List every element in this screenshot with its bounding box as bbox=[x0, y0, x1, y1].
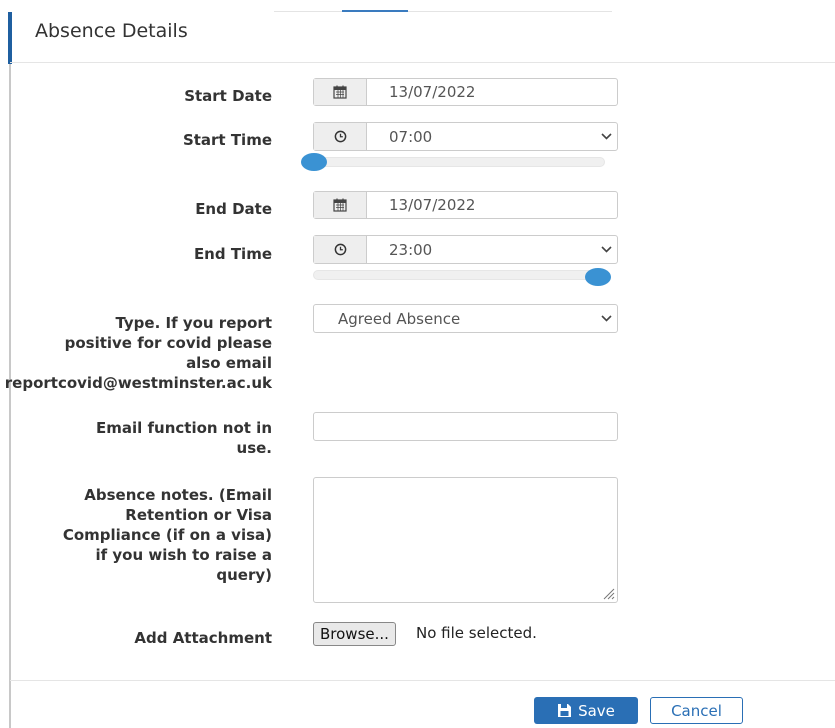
absence-notes-label-line: Absence notes. (Email bbox=[84, 486, 272, 504]
end-date-value[interactable]: 13/07/2022 bbox=[367, 192, 617, 218]
end-time-label: End Time bbox=[193, 245, 272, 263]
absence-type-label-line: positive for covid please bbox=[64, 334, 272, 352]
header-divider bbox=[10, 62, 835, 63]
email-label-line: use. bbox=[236, 439, 272, 457]
save-button[interactable]: Save bbox=[534, 697, 638, 724]
end-time-value: 23:00 bbox=[389, 240, 433, 259]
page-title: Absence Details bbox=[35, 20, 188, 42]
cancel-button-label: Cancel bbox=[671, 701, 722, 720]
left-edge-accent bbox=[8, 12, 12, 64]
end-time-slider-track[interactable] bbox=[313, 270, 605, 280]
absence-notes-label-line: if you wish to raise a bbox=[95, 546, 272, 564]
chevron-down-icon[interactable] bbox=[595, 123, 617, 150]
left-edge-divider bbox=[9, 64, 11, 728]
absence-notes-label-line: query) bbox=[216, 566, 272, 584]
absence-type-value: Agreed Absence bbox=[338, 309, 461, 328]
start-date-field[interactable]: 13/07/2022 bbox=[313, 78, 618, 106]
tab-strip bbox=[274, 10, 612, 12]
end-time-slider-handle[interactable] bbox=[585, 268, 611, 286]
attachment-label: Add Attachment bbox=[134, 629, 272, 647]
absence-type-select[interactable]: Agreed Absence bbox=[313, 304, 618, 333]
email-label: Email function not in use. bbox=[96, 418, 272, 458]
absence-type-label-line: reportcovid@westminster.ac.uk bbox=[4, 374, 272, 392]
email-label-line: Email function not in bbox=[96, 419, 272, 437]
cancel-button[interactable]: Cancel bbox=[650, 697, 743, 724]
chevron-down-icon[interactable] bbox=[595, 236, 617, 263]
absence-type-label-line: Type. If you report bbox=[115, 314, 272, 332]
browse-button[interactable]: Browse... bbox=[313, 622, 396, 646]
absence-notes-label: Absence notes. (Email Retention or Visa … bbox=[63, 485, 272, 585]
floppy-disk-icon bbox=[557, 703, 572, 718]
end-date-field[interactable]: 13/07/2022 bbox=[313, 191, 618, 219]
absence-notes-textarea[interactable] bbox=[313, 477, 618, 603]
chevron-down-icon[interactable] bbox=[595, 315, 617, 322]
tab-active-indicator bbox=[342, 10, 408, 12]
end-time-select[interactable]: 23:00 bbox=[313, 235, 618, 264]
absence-notes-label-line: Compliance (if on a visa) bbox=[62, 526, 272, 544]
save-button-label: Save bbox=[578, 701, 615, 720]
clock-icon bbox=[314, 123, 367, 150]
clock-icon bbox=[314, 236, 367, 263]
footer-divider bbox=[10, 680, 835, 681]
start-date-label: Start Date bbox=[184, 87, 272, 105]
start-time-select[interactable]: 07:00 bbox=[313, 122, 618, 151]
start-time-value: 07:00 bbox=[389, 127, 433, 146]
file-status: No file selected. bbox=[416, 624, 537, 642]
end-date-label: End Date bbox=[195, 200, 272, 218]
calendar-icon[interactable] bbox=[314, 192, 367, 218]
absence-notes-label-line: Retention or Visa bbox=[125, 506, 272, 524]
absence-type-label-line: also email bbox=[186, 354, 272, 372]
email-input[interactable] bbox=[313, 412, 618, 441]
start-date-value[interactable]: 13/07/2022 bbox=[367, 79, 617, 105]
start-time-slider-handle[interactable] bbox=[301, 153, 327, 171]
start-time-slider-track[interactable] bbox=[313, 157, 605, 167]
calendar-icon[interactable] bbox=[314, 79, 367, 105]
start-time-label: Start Time bbox=[182, 131, 272, 149]
resize-handle-icon[interactable] bbox=[601, 586, 615, 600]
absence-type-label: Type. If you report positive for covid p… bbox=[5, 313, 272, 393]
